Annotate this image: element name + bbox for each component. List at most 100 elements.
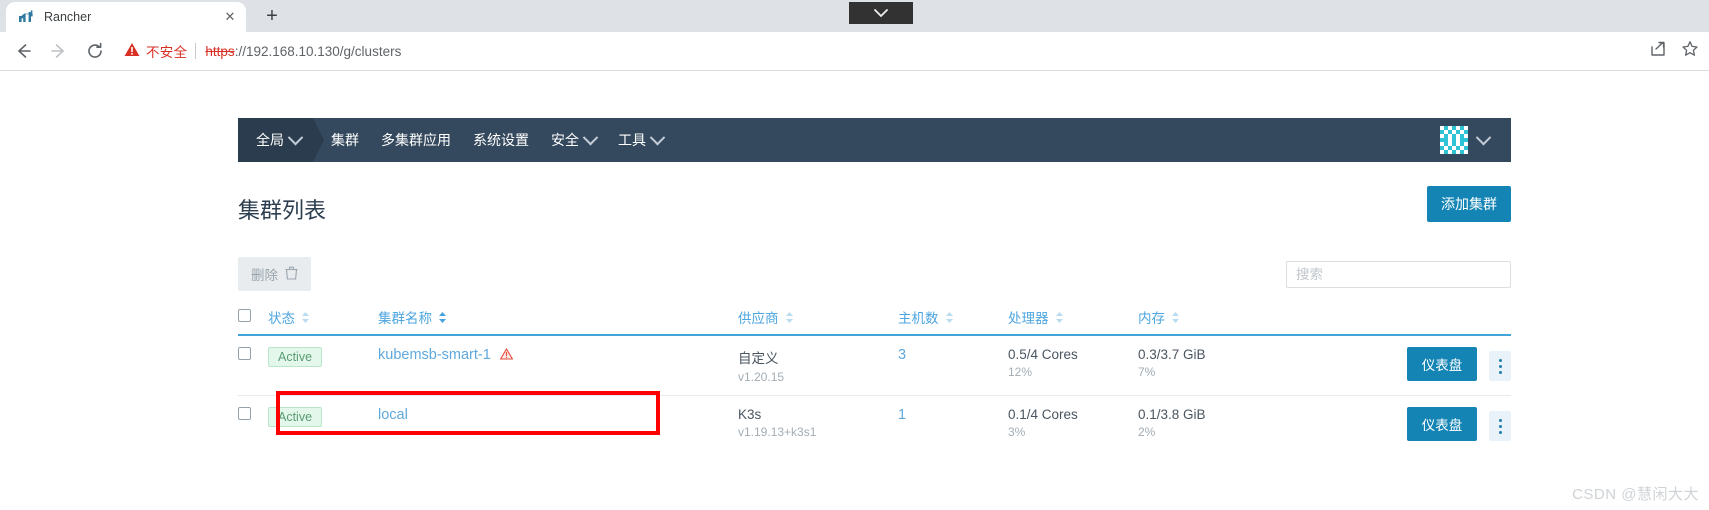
insecure-label: 不安全 <box>146 45 188 60</box>
column-header-state[interactable]: 状态 <box>268 303 378 336</box>
row-cpu-cell: 0.5/4 Cores 12% <box>1008 335 1138 396</box>
bookmark-button[interactable] <box>1681 40 1699 63</box>
cluster-table-head: 状态 集群名称 供应商 主机数 处理器 内存 <box>238 303 1511 336</box>
sort-chevrons-icon <box>438 311 447 324</box>
table-row[interactable]: Active local K3s v1.19.13+k3s1 1 0.1/4 C… <box>238 396 1511 453</box>
cluster-list-content: 集群列表 添加集群 删除 搜索 状态 集群名称 供应商 主机数 处理器 内存 A… <box>238 181 1511 452</box>
avatar <box>1440 126 1468 154</box>
kebab-menu-icon[interactable] <box>1489 411 1511 442</box>
row-hosts-cell: 1 <box>898 396 1008 453</box>
select-all-checkbox[interactable] <box>238 309 251 322</box>
star-icon <box>1682 40 1698 56</box>
row-memory-cell: 0.1/3.8 GiB 2% <box>1138 396 1278 453</box>
column-header-actions <box>1278 303 1511 336</box>
hosts-count[interactable]: 3 <box>898 347 906 363</box>
kebab-menu-icon[interactable] <box>1489 351 1511 382</box>
column-header-cpu-label: 处理器 <box>1008 311 1049 326</box>
share-icon <box>1651 41 1665 56</box>
url-scheme: https <box>205 43 235 59</box>
column-header-hosts[interactable]: 主机数 <box>898 303 1008 336</box>
reload-button[interactable] <box>80 36 110 66</box>
tab-close-icon[interactable]: ✕ <box>222 9 238 25</box>
search-input[interactable] <box>1286 260 1511 288</box>
sort-chevrons-icon <box>1171 311 1180 324</box>
chevron-down-icon <box>287 129 304 145</box>
nav-item-clusters-label: 集群 <box>331 132 359 148</box>
row-checkbox[interactable] <box>238 347 251 360</box>
browser-toolbar: 不安全 https://192.168.10.130/g/clusters <box>0 32 1709 70</box>
table-header-row: 状态 集群名称 供应商 主机数 处理器 内存 <box>238 303 1511 336</box>
column-header-memory-label: 内存 <box>1138 311 1165 326</box>
nav-item-system-settings-label: 系统设置 <box>473 132 529 148</box>
reload-icon <box>88 42 102 58</box>
nav-item-multicluster-apps-label: 多集群应用 <box>381 132 451 148</box>
table-row[interactable]: Active kubemsb-smart-1 自定义 v1.20.15 3 0.… <box>238 335 1511 396</box>
page-header-row: 集群列表 添加集群 <box>238 181 1511 227</box>
watermark: CSDN @慧闲大大 <box>1572 486 1699 503</box>
share-button[interactable] <box>1649 40 1667 63</box>
new-tab-button[interactable]: + <box>258 3 286 31</box>
nav-item-security[interactable]: 安全 <box>551 129 599 150</box>
chevron-down-icon <box>582 129 599 145</box>
url-path: /g/clusters <box>339 43 402 59</box>
sort-chevrons-icon <box>945 311 954 324</box>
user-menu[interactable] <box>1440 126 1511 154</box>
delete-button[interactable]: 删除 <box>238 257 311 291</box>
cluster-table-body: Active kubemsb-smart-1 自定义 v1.20.15 3 0.… <box>238 335 1511 452</box>
status-badge: Active <box>268 407 323 427</box>
row-name-cell: kubemsb-smart-1 <box>378 335 738 396</box>
forward-arrow-icon <box>51 44 64 58</box>
provider-version: v1.19.13+k3s1 <box>738 425 817 439</box>
delete-button-label: 删除 <box>251 268 278 283</box>
browser-tab[interactable]: Rancher ✕ <box>6 2 246 32</box>
sort-chevrons-icon <box>301 311 310 324</box>
titlebar-dropdown-button[interactable] <box>849 2 913 24</box>
dashboard-button[interactable]: 仪表盘 <box>1406 407 1478 441</box>
back-button[interactable] <box>8 36 38 66</box>
row-checkbox[interactable] <box>238 407 251 420</box>
row-provider-cell: K3s v1.19.13+k3s1 <box>738 396 898 453</box>
row-select-cell <box>238 396 268 453</box>
chevron-down-icon <box>1475 129 1492 145</box>
memory-usage: 0.3/3.7 GiB <box>1138 347 1206 362</box>
column-header-name-label: 集群名称 <box>378 311 432 326</box>
url-text: https://192.168.10.130/g/clusters <box>205 44 401 59</box>
cluster-name-link[interactable]: kubemsb-smart-1 <box>378 347 491 363</box>
nav-item-global[interactable]: 全局 <box>238 118 324 162</box>
memory-usage: 0.1/3.8 GiB <box>1138 407 1206 422</box>
insecure-warning-icon <box>124 42 140 60</box>
hosts-count[interactable]: 1 <box>898 407 906 423</box>
sort-chevrons-icon <box>785 311 794 324</box>
address-bar[interactable]: 不安全 https://192.168.10.130/g/clusters <box>124 37 1639 65</box>
add-cluster-button[interactable]: 添加集群 <box>1427 186 1511 222</box>
row-hosts-cell: 3 <box>898 335 1008 396</box>
cpu-percent: 12% <box>1008 365 1033 379</box>
memory-percent: 7% <box>1138 365 1156 379</box>
cpu-usage: 0.5/4 Cores <box>1008 347 1078 362</box>
column-header-provider-label: 供应商 <box>738 311 779 326</box>
nav-item-system-settings[interactable]: 系统设置 <box>473 130 529 150</box>
column-header-cpu[interactable]: 处理器 <box>1008 303 1138 336</box>
browser-tab-title: Rancher <box>44 10 92 24</box>
omnibox-divider <box>195 43 197 59</box>
column-header-name[interactable]: 集群名称 <box>378 303 738 336</box>
toolbar-right-actions <box>1639 40 1699 63</box>
column-header-provider[interactable]: 供应商 <box>738 303 898 336</box>
row-state-cell: Active <box>268 335 378 396</box>
row-actions-cell: 仪表盘 <box>1278 396 1511 453</box>
nav-item-global-label: 全局 <box>256 132 284 148</box>
cluster-table: 状态 集群名称 供应商 主机数 处理器 内存 Active kubemsb-sm… <box>238 303 1511 452</box>
cluster-name-link[interactable]: local <box>378 407 408 423</box>
url-host: 192.168.10.130 <box>245 43 340 59</box>
column-header-memory[interactable]: 内存 <box>1138 303 1278 336</box>
forward-button[interactable] <box>44 36 74 66</box>
nav-item-tools[interactable]: 工具 <box>618 129 666 150</box>
row-memory-cell: 0.3/3.7 GiB 7% <box>1138 335 1278 396</box>
dashboard-button[interactable]: 仪表盘 <box>1406 347 1478 381</box>
nav-item-clusters[interactable]: 集群 <box>331 130 359 150</box>
status-badge: Active <box>268 347 323 367</box>
nav-item-multicluster-apps[interactable]: 多集群应用 <box>381 130 451 150</box>
sort-chevrons-icon <box>1055 311 1064 324</box>
back-arrow-icon <box>18 44 31 58</box>
cluster-warning-icon <box>499 347 513 363</box>
